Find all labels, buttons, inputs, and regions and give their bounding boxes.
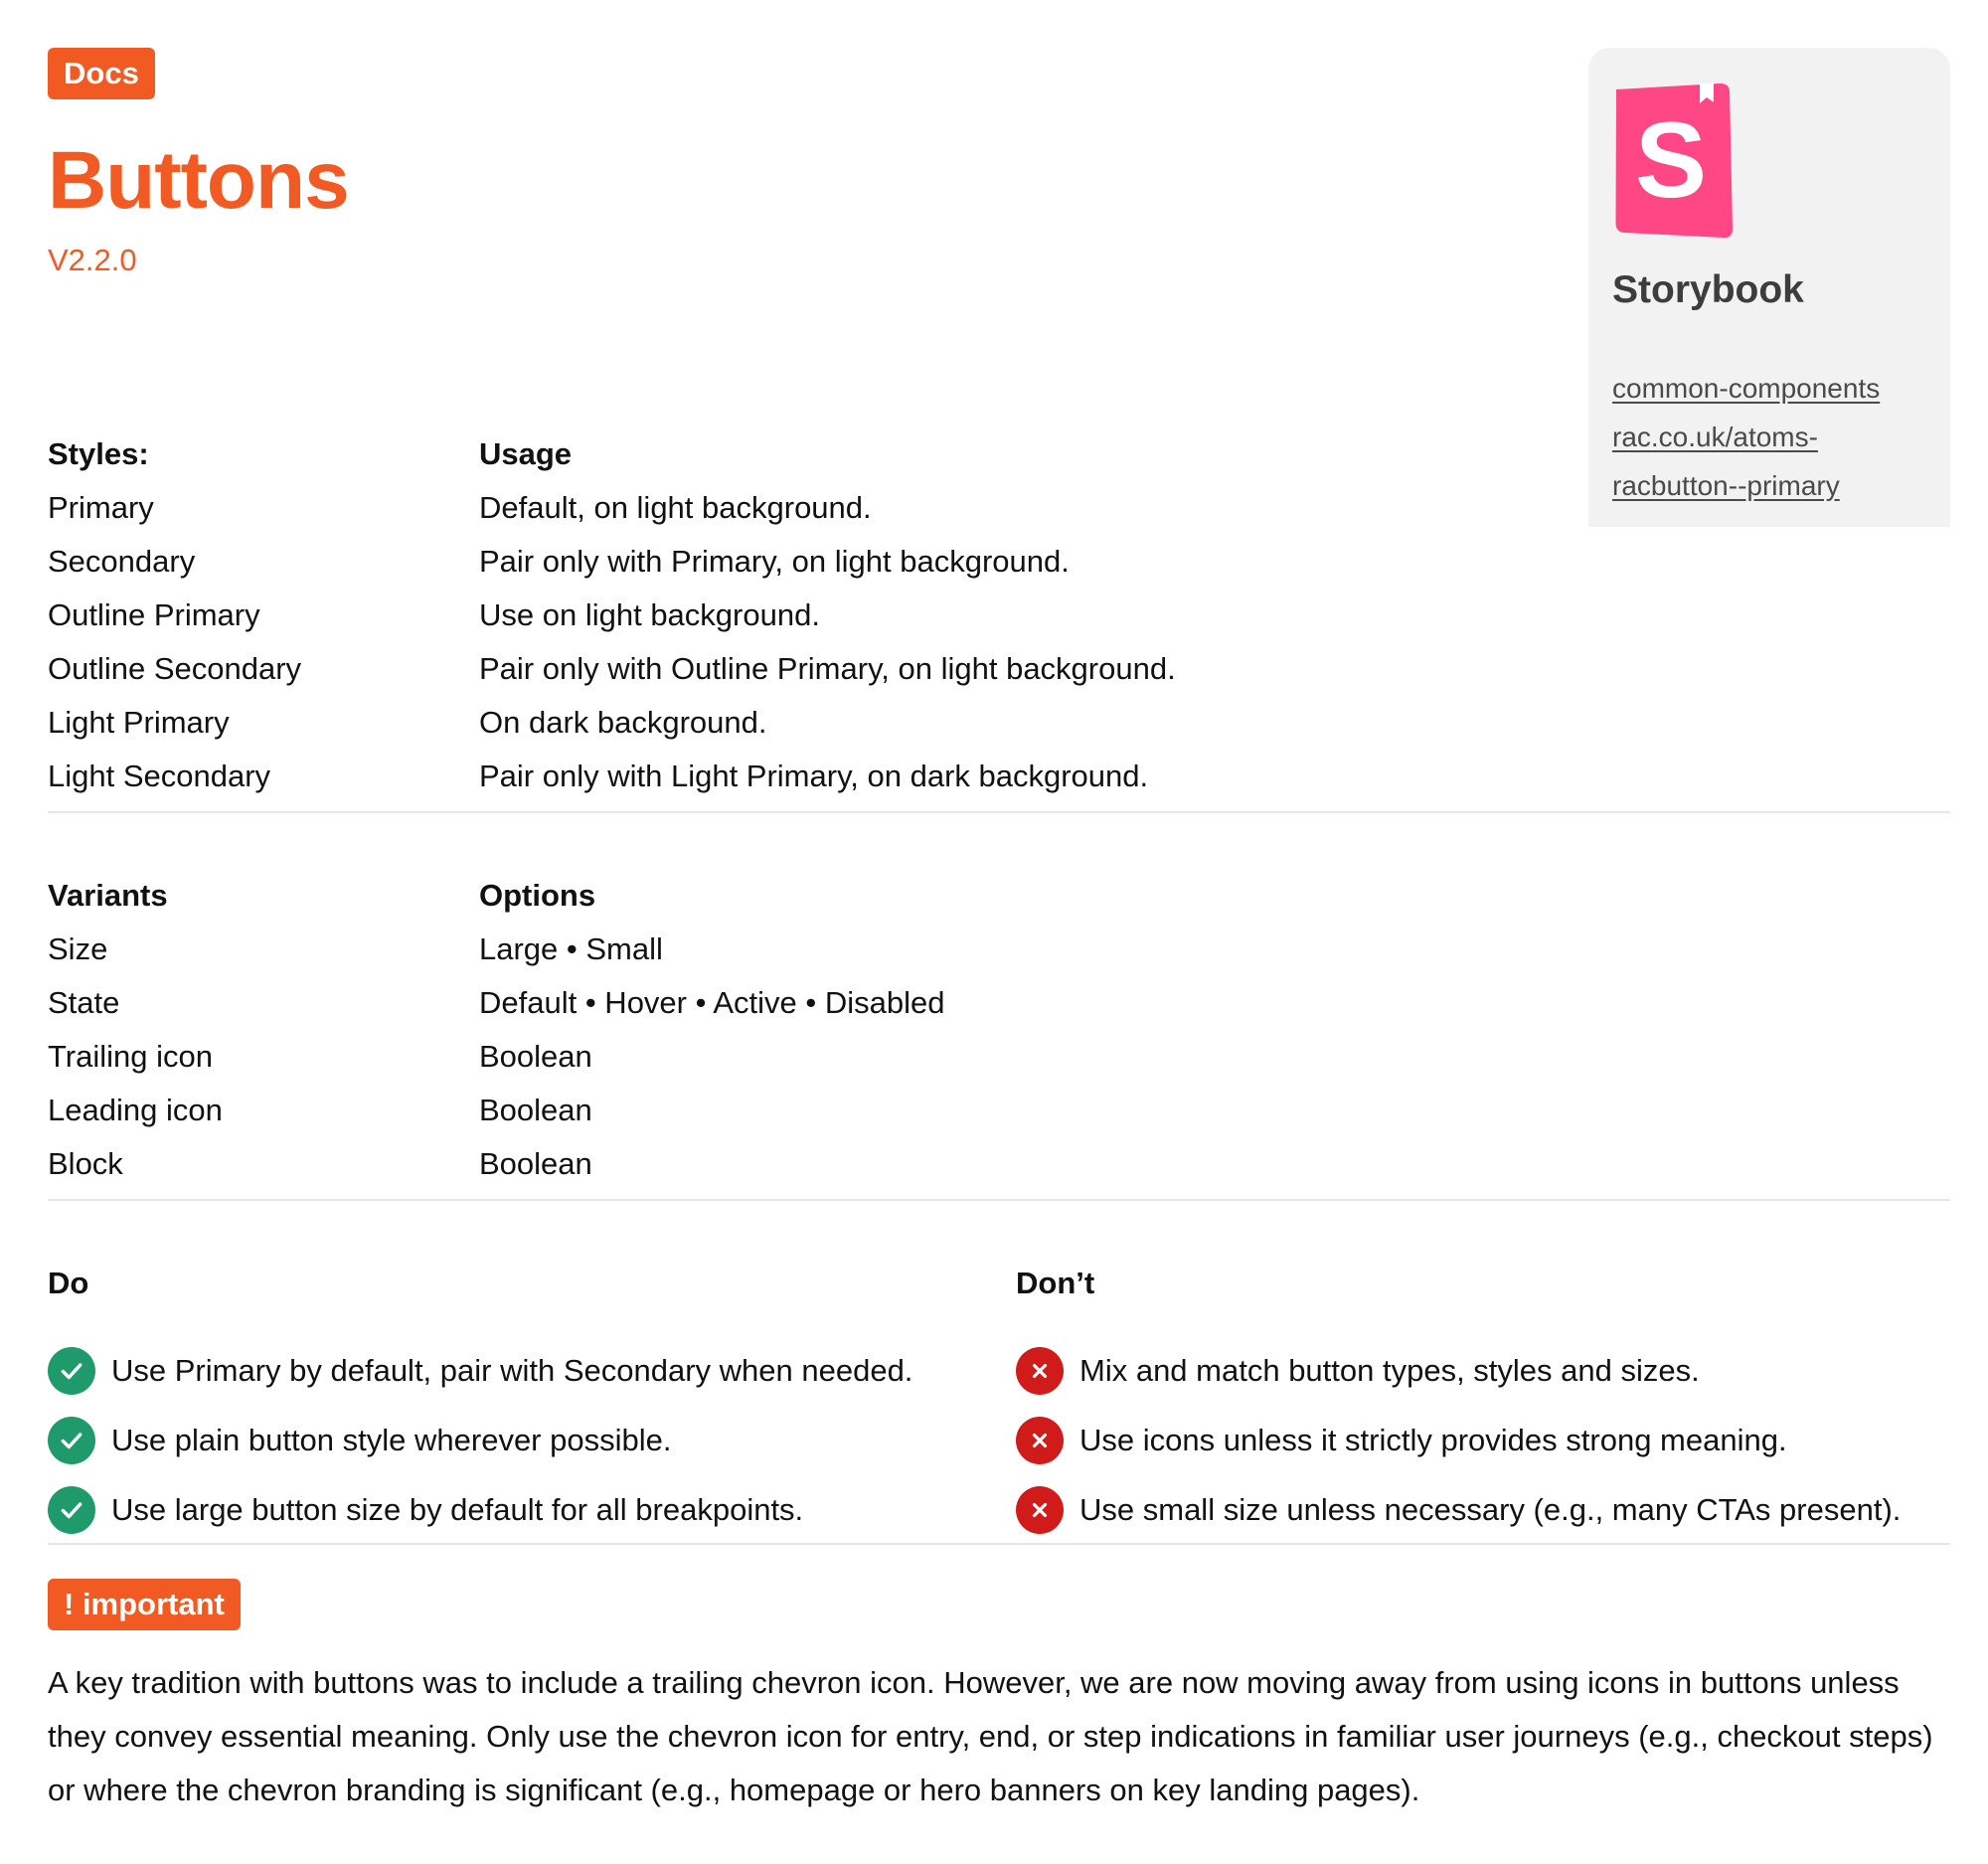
x-circle-icon [1016, 1486, 1064, 1534]
style-name: Light Secondary [48, 759, 271, 793]
storybook-link-line[interactable]: rac.co.uk/atoms- [1612, 413, 1930, 461]
x-circle-icon [1016, 1347, 1064, 1395]
table-row: Leading icon Boolean [48, 1084, 1950, 1137]
do-item: Use Primary by default, pair with Second… [48, 1336, 1002, 1406]
table-row: Outline Primary Use on light background. [48, 589, 1950, 642]
storybook-link-line[interactable]: racbutton--primary [1612, 461, 1930, 510]
svg-text:S: S [1635, 99, 1707, 220]
variant-name: Trailing icon [48, 1039, 213, 1074]
table-row: Trailing icon Boolean [48, 1030, 1950, 1084]
variant-options: Boolean [479, 1146, 592, 1181]
storybook-link[interactable]: common-components rac.co.uk/atoms- racbu… [1612, 364, 1930, 510]
section-divider [48, 811, 1950, 813]
style-usage: Use on light background. [479, 597, 820, 632]
table-row: Light Primary On dark background. [48, 696, 1950, 750]
variant-options: Large • Small [479, 932, 663, 966]
dont-item-text: Mix and match button types, styles and s… [1079, 1353, 1700, 1388]
dont-item-text: Use small size unless necessary (e.g., m… [1079, 1492, 1902, 1527]
important-paragraph: A key tradition with buttons was to incl… [48, 1665, 1933, 1807]
dont-item-text: Use icons unless it strictly provides st… [1079, 1423, 1787, 1457]
dont-item: Mix and match button types, styles and s… [1016, 1336, 1950, 1406]
check-circle-icon [48, 1486, 95, 1534]
options-column-header: Options [479, 878, 596, 913]
usage-column-header: Usage [479, 436, 573, 471]
page-title: Buttons [48, 135, 350, 226]
variant-name: Leading icon [48, 1093, 223, 1127]
table-row: Block Boolean [48, 1137, 1950, 1191]
do-item: Use large button size by default for all… [48, 1475, 1002, 1545]
variant-name: Size [48, 932, 108, 966]
do-column: Do Use Primary by default, pair with Sec… [48, 1257, 1002, 1545]
do-item-text: Use large button size by default for all… [111, 1492, 804, 1527]
dont-column: Don’t Mix and match button types, styles… [1016, 1257, 1950, 1545]
variant-options: Boolean [479, 1039, 592, 1074]
variant-name: State [48, 985, 120, 1020]
variant-options: Default • Hover • Active • Disabled [479, 985, 945, 1020]
style-name: Secondary [48, 544, 196, 579]
do-heading: Do [48, 1266, 89, 1300]
do-dont-section: Do Use Primary by default, pair with Sec… [48, 1257, 1950, 1575]
storybook-title: Storybook [1612, 268, 1804, 311]
version-label: V2.2.0 [48, 243, 137, 277]
important-section: ! important A key tradition with buttons… [48, 1579, 1950, 1817]
do-item: Use plain button style wherever possible… [48, 1406, 1002, 1475]
table-row: Secondary Pair only with Primary, on lig… [48, 535, 1950, 589]
variant-options: Boolean [479, 1093, 592, 1127]
variants-table: Variants Options Size Large • Small Stat… [48, 869, 1950, 1191]
dont-item: Use icons unless it strictly provides st… [1016, 1406, 1950, 1475]
storybook-card: S Storybook common-components rac.co.uk/… [1588, 48, 1950, 537]
style-usage: Pair only with Light Primary, on dark ba… [479, 759, 1149, 793]
variants-table-header: Variants Options [48, 869, 1950, 923]
section-divider [48, 1199, 1950, 1201]
style-usage: Pair only with Outline Primary, on light… [479, 651, 1176, 686]
important-tag: ! important [48, 1579, 241, 1630]
dont-heading: Don’t [1016, 1266, 1095, 1300]
style-usage: On dark background. [479, 705, 767, 740]
table-row: State Default • Hover • Active • Disable… [48, 976, 1950, 1030]
style-usage: Pair only with Primary, on light backgro… [479, 544, 1070, 579]
do-item-text: Use Primary by default, pair with Second… [111, 1353, 913, 1388]
docs-tag: Docs [48, 48, 155, 99]
storybook-link-line[interactable]: common-components [1612, 364, 1930, 413]
do-item-text: Use plain button style wherever possible… [111, 1423, 672, 1457]
style-usage: Default, on light background. [479, 490, 872, 525]
style-name: Primary [48, 490, 154, 525]
style-name: Outline Primary [48, 597, 260, 632]
variants-column-header: Variants [48, 878, 168, 913]
table-row: Size Large • Small [48, 923, 1950, 976]
style-name: Outline Secondary [48, 651, 302, 686]
style-name: Light Primary [48, 705, 230, 740]
dont-item: Use small size unless necessary (e.g., m… [1016, 1475, 1950, 1545]
check-circle-icon [48, 1417, 95, 1464]
variant-name: Block [48, 1146, 123, 1181]
styles-column-header: Styles: [48, 436, 149, 471]
table-row: Light Secondary Pair only with Light Pri… [48, 750, 1950, 803]
storybook-logo-icon: S [1615, 83, 1733, 239]
x-circle-icon [1016, 1417, 1064, 1464]
check-circle-icon [48, 1347, 95, 1395]
table-row: Outline Secondary Pair only with Outline… [48, 642, 1950, 696]
section-divider [48, 1543, 1950, 1545]
